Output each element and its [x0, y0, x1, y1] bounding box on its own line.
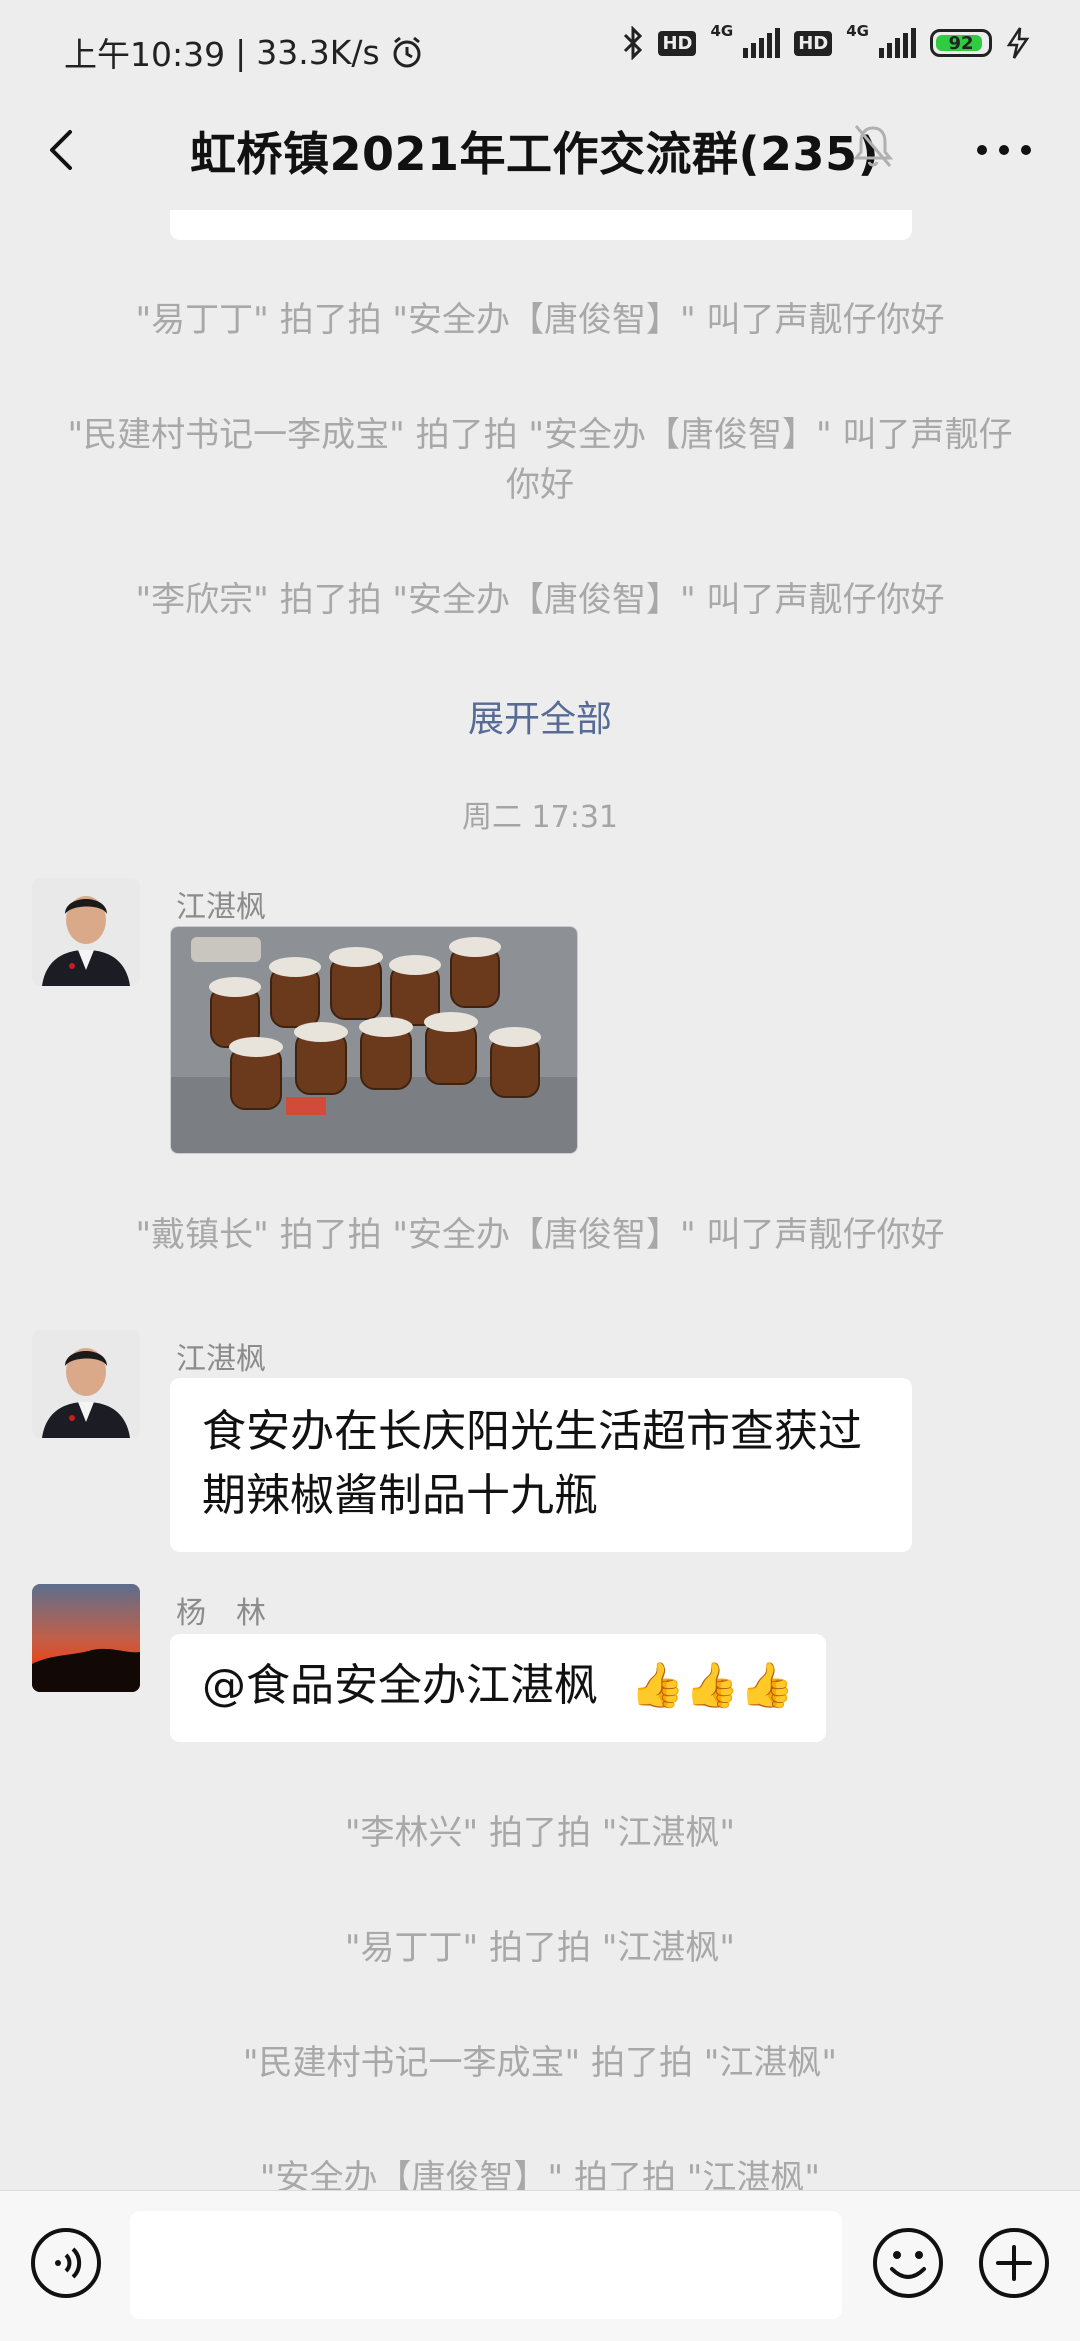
hd-badge: HD — [794, 30, 833, 56]
bluetooth-icon — [624, 26, 643, 60]
sender-name: 江湛枫 — [176, 1342, 266, 1377]
sender-name: 杨 林 — [176, 1596, 266, 1631]
thumbs-up-emoji: 👍👍👍 — [630, 1660, 795, 1711]
chat-message-list[interactable]: "易丁丁" 拍了拍 "安全办【唐俊智】" 叫了声靓仔你好 "民建村书记一李成宝"… — [0, 210, 1080, 2190]
network-type: 4G — [846, 22, 869, 40]
avatar[interactable] — [32, 878, 140, 986]
back-icon[interactable] — [34, 120, 94, 180]
expand-all-link[interactable]: 展开全部 — [0, 690, 1080, 742]
battery-level: 92 — [948, 32, 974, 54]
message-bubble-partial — [170, 210, 912, 240]
signal-icon — [743, 28, 781, 58]
mention-text: @食品安全办江湛枫 — [202, 1660, 598, 1711]
message-input[interactable] — [130, 2211, 842, 2319]
chat-input-bar — [0, 2190, 1080, 2341]
system-notice: "戴镇长" 拍了拍 "安全办【唐俊智】" 叫了声靓仔你好 — [135, 1215, 945, 1255]
chat-title: 虹桥镇2021年工作交流群(235) — [190, 127, 880, 181]
message-bubble[interactable]: @食品安全办江湛枫 👍👍👍 — [170, 1634, 827, 1742]
system-notice: "民建村书记一李成宝" 拍了拍 "江湛枫" — [242, 2043, 838, 2083]
system-notice: "李林兴" 拍了拍 "江湛枫" — [344, 1813, 736, 1853]
image-message[interactable] — [170, 926, 578, 1154]
status-bar: 上午10:39 | 33.3K/s HD 4G HD 4G 92 — [0, 0, 1080, 100]
battery-icon: 92 — [930, 29, 992, 57]
alarm-icon — [393, 36, 421, 68]
hd-badge: HD — [658, 30, 697, 56]
mute-icon — [852, 125, 894, 167]
message-timestamp: 周二 17:31 — [462, 800, 618, 835]
system-notice: "易丁丁" 拍了拍 "江湛枫" — [344, 1928, 736, 1968]
voice-icon[interactable] — [28, 2225, 104, 2301]
chat-header: 虹桥镇2021年工作交流群(235) — [0, 100, 1080, 210]
system-notice: "易丁丁" 拍了拍 "安全办【唐俊智】" 叫了声靓仔你好 — [135, 300, 945, 340]
system-notice: "安全办【唐俊智】" 拍了拍 "江湛枫" — [259, 2158, 821, 2190]
network-speed: 33.3K/s — [256, 32, 380, 72]
add-icon[interactable] — [976, 2225, 1052, 2301]
charging-icon — [1006, 27, 1030, 59]
status-time: 上午10:39 — [64, 35, 226, 74]
signal-icon — [879, 28, 916, 58]
message-bubble[interactable]: 食安办在长庆阳光生活超市查获过期辣椒酱制品十九瓶 — [170, 1378, 912, 1552]
emoji-icon[interactable] — [870, 2225, 946, 2301]
more-icon[interactable] — [974, 140, 1034, 160]
avatar[interactable] — [32, 1330, 140, 1438]
avatar[interactable] — [32, 1584, 140, 1692]
system-notice: "民建村书记一李成宝" 拍了拍 "安全办【唐俊智】" 叫了声靓仔你好 — [67, 415, 1013, 505]
system-notice: "李欣宗" 拍了拍 "安全办【唐俊智】" 叫了声靓仔你好 — [135, 580, 945, 620]
network-type: 4G — [710, 22, 734, 40]
sender-name: 江湛枫 — [176, 890, 266, 925]
